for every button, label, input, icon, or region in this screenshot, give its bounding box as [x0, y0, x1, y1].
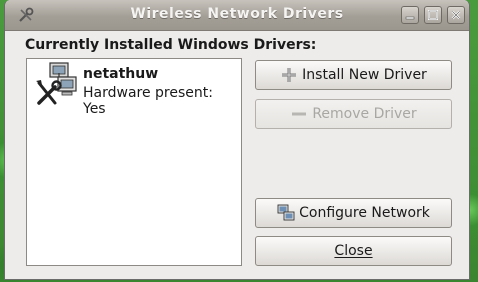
network-tools-icon [33, 61, 83, 109]
window-title: Wireless Network Drivers [130, 6, 344, 22]
dialog-content: Currently Installed Windows Drivers: net… [5, 31, 469, 279]
driver-status: Hardware present: Yes [83, 85, 213, 117]
driver-name: netathuw [83, 66, 159, 82]
minus-icon [290, 105, 308, 123]
close-label: Close [334, 243, 373, 259]
minimize-button[interactable] [401, 6, 419, 24]
install-new-driver-label: Install New Driver [302, 67, 427, 83]
maximize-button[interactable] [424, 6, 442, 24]
driver-list[interactable]: netathuw Hardware present: Yes [26, 58, 242, 266]
plus-icon [280, 66, 298, 84]
dialog-window: Wireless Network Drivers Currently Insta… [4, 0, 470, 280]
list-item[interactable]: netathuw Hardware present: Yes [33, 61, 233, 117]
drivers-heading: Currently Installed Windows Drivers: [25, 37, 317, 53]
configure-network-button[interactable]: Configure Network [255, 198, 452, 228]
window-close-button[interactable] [447, 6, 465, 24]
remove-driver-button[interactable]: Remove Driver [255, 99, 452, 129]
remove-driver-label: Remove Driver [312, 106, 417, 122]
install-new-driver-button[interactable]: Install New Driver [255, 60, 452, 90]
close-button[interactable]: Close [255, 236, 452, 266]
titlebar[interactable]: Wireless Network Drivers [5, 0, 469, 31]
configure-network-label: Configure Network [299, 205, 430, 221]
network-computers-icon [277, 204, 295, 222]
